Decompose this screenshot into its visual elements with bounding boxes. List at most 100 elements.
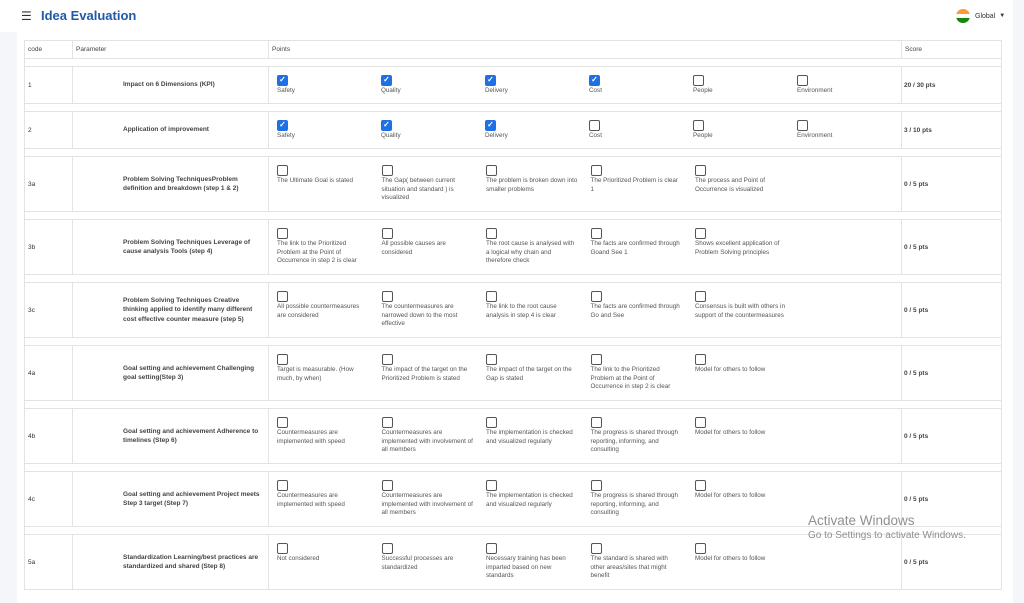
point-checkbox[interactable]	[590, 228, 602, 240]
point-option-label: The impact of the target on the Prioriti…	[381, 366, 468, 382]
row-spacer	[24, 337, 1002, 346]
point-checkbox[interactable]: ✓	[277, 119, 288, 131]
point-option: Shows excellent application of Problem S…	[695, 228, 800, 266]
point-option-label: Model for others to follow	[695, 492, 766, 500]
point-checkbox[interactable]	[381, 543, 393, 555]
row-spacer	[24, 103, 1002, 112]
point-option: ✓ Cost	[589, 74, 693, 96]
point-checkbox[interactable]	[695, 480, 706, 492]
point-checkbox[interactable]	[486, 417, 497, 429]
row-code: 2	[24, 111, 73, 149]
point-checkbox[interactable]	[381, 480, 393, 492]
point-checkbox[interactable]: ✓	[277, 74, 288, 86]
region-selector[interactable]: Global ▼	[956, 7, 1005, 25]
point-checkbox[interactable]	[277, 228, 288, 240]
point-option: Target is measurable. (How much, by when…	[277, 354, 382, 392]
row-score: 0 / 5 pts	[901, 156, 1002, 212]
point-option-label: People	[693, 86, 713, 94]
row-code: 3b	[24, 219, 73, 275]
point-checkbox[interactable]: ✓	[381, 74, 392, 86]
region-label: Global	[975, 12, 996, 20]
row-code: 3a	[24, 156, 73, 212]
point-option-label: Model for others to follow	[695, 555, 766, 563]
point-checkbox[interactable]	[277, 543, 288, 555]
point-checkbox[interactable]	[486, 543, 497, 555]
point-checkbox[interactable]	[381, 417, 393, 429]
point-checkbox[interactable]	[590, 480, 602, 492]
point-checkbox[interactable]	[277, 480, 288, 492]
point-checkbox[interactable]	[589, 119, 600, 131]
point-option: The implementation is checked and visual…	[486, 480, 591, 518]
hamburger-menu-icon[interactable]: ☰	[21, 9, 32, 23]
point-checkbox[interactable]	[590, 417, 602, 429]
point-checkbox[interactable]	[590, 165, 602, 177]
point-checkbox[interactable]: ✓	[589, 74, 600, 86]
point-option-label: The progress is shared through reporting…	[590, 492, 679, 517]
point-checkbox[interactable]	[486, 480, 497, 492]
point-checkbox[interactable]	[381, 354, 393, 366]
row-code: 1	[24, 66, 73, 104]
point-checkbox[interactable]: ✓	[485, 119, 496, 131]
point-option-label: The facts are confirmed through Goand Se…	[590, 240, 680, 256]
point-checkbox[interactable]	[695, 291, 706, 303]
table-row: 1 Impact on 6 Dimensions (KPI) ✓ Safety ✓ Qua…	[24, 66, 1002, 104]
row-spacer	[24, 58, 1002, 67]
point-option-label: People	[693, 131, 713, 139]
row-points: Countermeasures are implemented with spe…	[268, 471, 902, 527]
row-parameter: Standardization Learning/best practices …	[72, 534, 269, 590]
row-points: ✓ Safety ✓ Quality ✓ Delivery Cost People Enviro…	[268, 111, 902, 149]
point-checkbox[interactable]	[590, 291, 602, 303]
table-header-row: code Parameter Points Score	[24, 40, 1002, 59]
point-option-label: The link to the Prioritized Problem at t…	[590, 366, 671, 391]
point-checkbox[interactable]	[277, 354, 288, 366]
point-checkbox[interactable]	[486, 228, 497, 240]
points-options: All possible countermeasures are conside…	[269, 291, 901, 329]
point-checkbox[interactable]	[486, 165, 497, 177]
point-option: Model for others to follow	[695, 543, 800, 581]
point-option-label: Countermeasures are implemented with spe…	[277, 492, 345, 508]
point-checkbox[interactable]	[277, 291, 288, 303]
point-checkbox[interactable]	[381, 165, 393, 177]
point-checkbox[interactable]	[797, 74, 808, 86]
point-option-label: Countermeasures are implemented with spe…	[277, 429, 345, 445]
point-checkbox[interactable]	[695, 417, 706, 429]
point-option-label: All possible causes are considered	[381, 240, 446, 256]
point-checkbox[interactable]	[486, 354, 497, 366]
point-option-label: Necessary training has been imparted bas…	[486, 555, 566, 580]
point-option: The countermeasures are narrowed down to…	[381, 291, 487, 329]
table-row: 3c Problem Solving Techniques Creative th…	[24, 282, 1002, 338]
point-option: All possible causes are considered	[381, 228, 487, 266]
point-checkbox[interactable]	[277, 165, 288, 177]
column-header-code: code	[24, 40, 73, 59]
points-options: Countermeasures are implemented with spe…	[269, 417, 901, 455]
point-option: The Gap( between current situation and s…	[381, 165, 487, 203]
point-checkbox[interactable]	[590, 543, 602, 555]
point-checkbox[interactable]	[695, 354, 706, 366]
row-spacer	[24, 211, 1002, 220]
point-checkbox[interactable]	[695, 543, 706, 555]
point-option: ✓ Safety	[277, 119, 381, 141]
row-score: 0 / 5 pts	[901, 534, 1002, 590]
point-checkbox[interactable]	[486, 291, 497, 303]
point-checkbox[interactable]	[277, 417, 288, 429]
point-option-label: The process and Point of Occurrence is v…	[695, 177, 766, 193]
point-checkbox[interactable]: ✓	[381, 119, 392, 131]
point-option-label: The Prioritized Problem is clear 1	[590, 177, 679, 193]
row-code: 3c	[24, 282, 73, 338]
point-checkbox[interactable]	[693, 119, 704, 131]
point-checkbox[interactable]	[590, 354, 602, 366]
point-option: Countermeasures are implemented with inv…	[381, 480, 487, 518]
point-checkbox[interactable]	[695, 165, 706, 177]
point-option-label: The standard is shared with other areas/…	[590, 555, 668, 580]
point-checkbox[interactable]	[381, 228, 393, 240]
point-checkbox[interactable]	[693, 74, 704, 86]
point-checkbox[interactable]	[381, 291, 393, 303]
point-option: ✓ Quality	[381, 119, 485, 141]
point-checkbox[interactable]	[695, 228, 706, 240]
spacer-cell	[24, 400, 1002, 409]
point-option-label: Not considered	[277, 555, 320, 563]
row-points: The link to the Prioritized Problem at t…	[268, 219, 902, 275]
point-checkbox[interactable]	[797, 119, 808, 131]
point-option: The problem is broken down into smaller …	[486, 165, 591, 203]
point-checkbox[interactable]: ✓	[485, 74, 496, 86]
